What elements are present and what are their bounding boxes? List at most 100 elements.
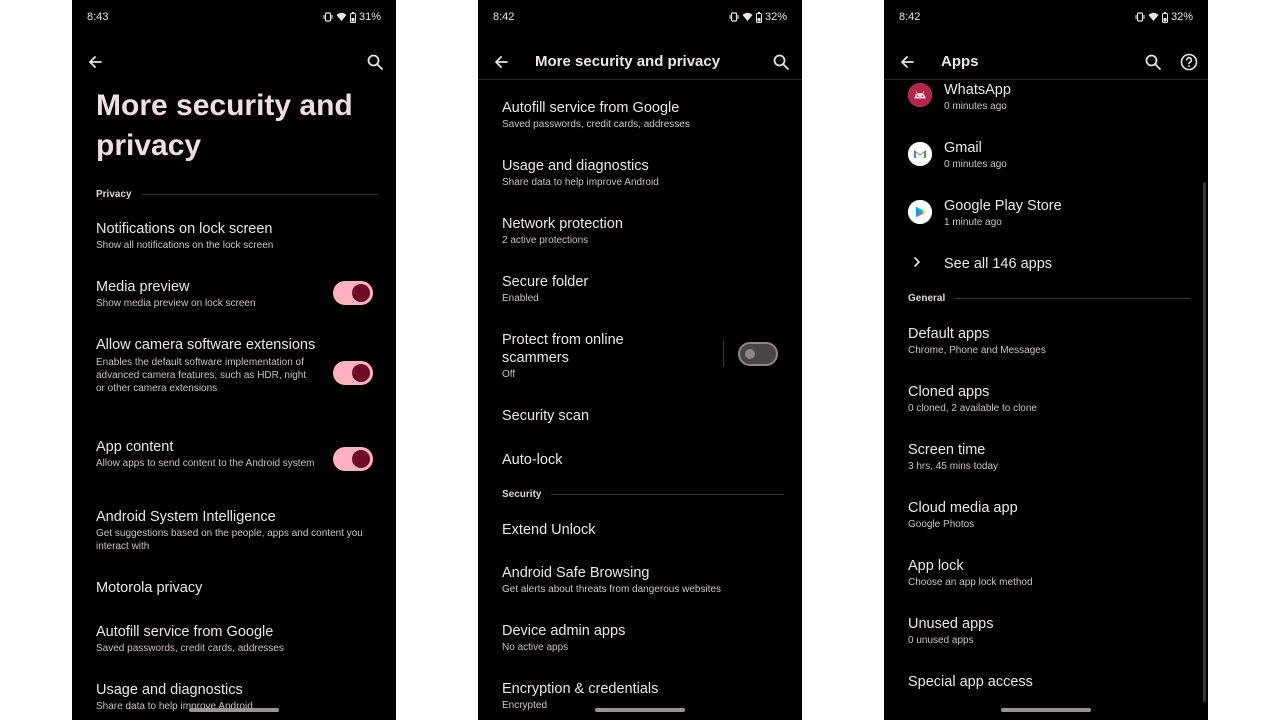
setting-title: Special app access [908,674,1033,690]
setting-title: Usage and diagnostics [502,158,649,174]
setting-title: Android System Intelligence [96,509,276,525]
chevron-right-icon [914,257,920,267]
setting-android-system-intelligence[interactable]: Android System Intelligence Get suggesti… [96,508,376,553]
protect-scammers-toggle[interactable] [738,342,778,366]
setting-autofill-google[interactable]: Autofill service from Google Saved passw… [96,623,376,655]
setting-default-apps[interactable]: Default apps Chrome, Phone and Messages [908,325,1188,357]
setting-title: App content [96,439,174,455]
back-arrow-icon[interactable] [896,51,918,73]
gmail-icon [908,142,932,166]
toggle-knob [352,450,370,468]
setting-title: Device admin apps [502,623,626,639]
back-arrow-icon[interactable] [490,51,512,73]
section-header-privacy: Privacy [96,187,378,201]
app-content-toggle[interactable] [333,447,373,471]
setting-app-lock[interactable]: App lock Choose an app lock method [908,557,1188,589]
vibrate-icon [1135,12,1145,22]
setting-title: Default apps [908,326,990,342]
setting-subtitle: Get alerts about threats from dangerous … [502,584,722,595]
setting-title: Screen time [908,442,986,458]
status-icons: 32% [1135,11,1193,23]
recent-app-gmail[interactable]: Gmail 0 minutes ago [944,139,1188,171]
setting-security-scan[interactable]: Security scan [502,407,782,425]
setting-unused-apps[interactable]: Unused apps 0 unused apps [908,615,1188,647]
setting-network-protection[interactable]: Network protection 2 active protections [502,215,782,247]
setting-subtitle: Google Photos [908,519,975,530]
status-time: 8:43 [87,11,109,23]
toggle-divider [723,341,724,367]
app-name: WhatsApp [944,82,1011,98]
setting-title: Motorola privacy [96,580,203,596]
gesture-nav-handle[interactable] [1001,708,1091,712]
setting-notifications-lock-screen[interactable]: Notifications on lock screen Show all no… [96,220,376,252]
setting-auto-lock[interactable]: Auto-lock [502,451,782,469]
setting-special-app-access[interactable]: Special app access [908,673,1188,691]
search-icon[interactable] [364,51,386,73]
app-name: Gmail [944,140,982,156]
status-time: 8:42 [493,11,515,23]
setting-subtitle: Enabled [502,293,539,304]
app-last-used: 0 minutes ago [944,101,1007,112]
divider [955,297,1190,299]
setting-title: Cloud media app [908,500,1018,516]
app-last-used: 0 minutes ago [944,159,1007,170]
setting-usage-diagnostics[interactable]: Usage and diagnostics Share data to help… [502,157,782,189]
setting-protect-online-scammers[interactable]: Protect from online scammers Off [502,331,692,381]
back-arrow-icon[interactable] [84,51,106,73]
gesture-nav-handle[interactable] [189,708,279,712]
setting-motorola-privacy[interactable]: Motorola privacy [96,579,376,597]
setting-title: Encryption & credentials [502,681,659,697]
setting-subtitle: Allow apps to send content to the Androi… [96,458,315,469]
scrollbar[interactable] [1203,182,1206,702]
section-label: Privacy [96,188,132,200]
setting-media-preview[interactable]: Media preview Show media preview on lock… [96,278,316,310]
gesture-nav-handle[interactable] [595,708,685,712]
divider [141,193,378,195]
setting-title: Autofill service from Google [96,624,274,640]
toggle-knob [352,284,370,302]
vibrate-icon [323,12,333,22]
recent-app-play-store[interactable]: Google Play Store 1 minute ago [944,197,1188,229]
setting-title: Media preview [96,279,190,295]
battery-icon [1161,11,1168,23]
setting-subtitle: 2 active protections [502,235,589,246]
search-icon[interactable] [770,51,792,73]
setting-screen-time[interactable]: Screen time 3 hrs, 45 mins today [908,441,1188,473]
setting-cloned-apps[interactable]: Cloned apps 0 cloned, 2 available to clo… [908,383,1188,415]
status-time: 8:42 [899,11,921,23]
help-icon[interactable] [1178,51,1200,73]
setting-title: Notifications on lock screen [96,221,273,237]
setting-cloud-media-app[interactable]: Cloud media app Google Photos [908,499,1188,531]
battery-icon [349,11,356,23]
see-all-apps-button[interactable]: See all 146 apps [944,255,1188,273]
setting-subtitle: 3 hrs, 45 mins today [908,461,999,472]
setting-secure-folder[interactable]: Secure folder Enabled [502,273,782,305]
toggle-knob [352,364,370,382]
media-preview-toggle[interactable] [333,281,373,305]
search-icon[interactable] [1142,51,1164,73]
camera-extensions-toggle[interactable] [333,361,373,385]
setting-autofill-google[interactable]: Autofill service from Google Saved passw… [502,99,782,131]
app-name: Google Play Store [944,198,1062,214]
setting-title: Security scan [502,408,590,424]
setting-title: Usage and diagnostics [96,682,243,698]
section-label: General [908,292,946,304]
vibrate-icon [729,12,739,22]
page-title: More security and privacy [96,89,353,162]
wifi-icon [742,12,753,21]
setting-title: Protect from online scammers [502,332,624,366]
setting-subtitle: Get suggestions based on the people, app… [96,528,363,552]
setting-extend-unlock[interactable]: Extend Unlock [502,521,782,539]
setting-title: App lock [908,558,964,574]
app-bar-title: More security and privacy [535,53,721,70]
setting-safe-browsing[interactable]: Android Safe Browsing Get alerts about t… [502,564,782,596]
status-bar: 8:42 32% [493,10,787,26]
setting-subtitle: Show all notifications on the lock scree… [96,240,274,251]
setting-title: Extend Unlock [502,522,596,538]
setting-app-content[interactable]: App content Allow apps to send content t… [96,438,316,470]
section-label: Security [502,488,542,500]
setting-device-admin-apps[interactable]: Device admin apps No active apps [502,622,782,654]
recent-app-whatsapp[interactable]: WhatsApp 0 minutes ago [944,81,1188,113]
phone-screen-more-security-scrolled: 8:42 32% More security and privacy Autof… [478,0,802,720]
setting-camera-extensions[interactable]: Allow camera software extensions Enables… [96,336,316,395]
